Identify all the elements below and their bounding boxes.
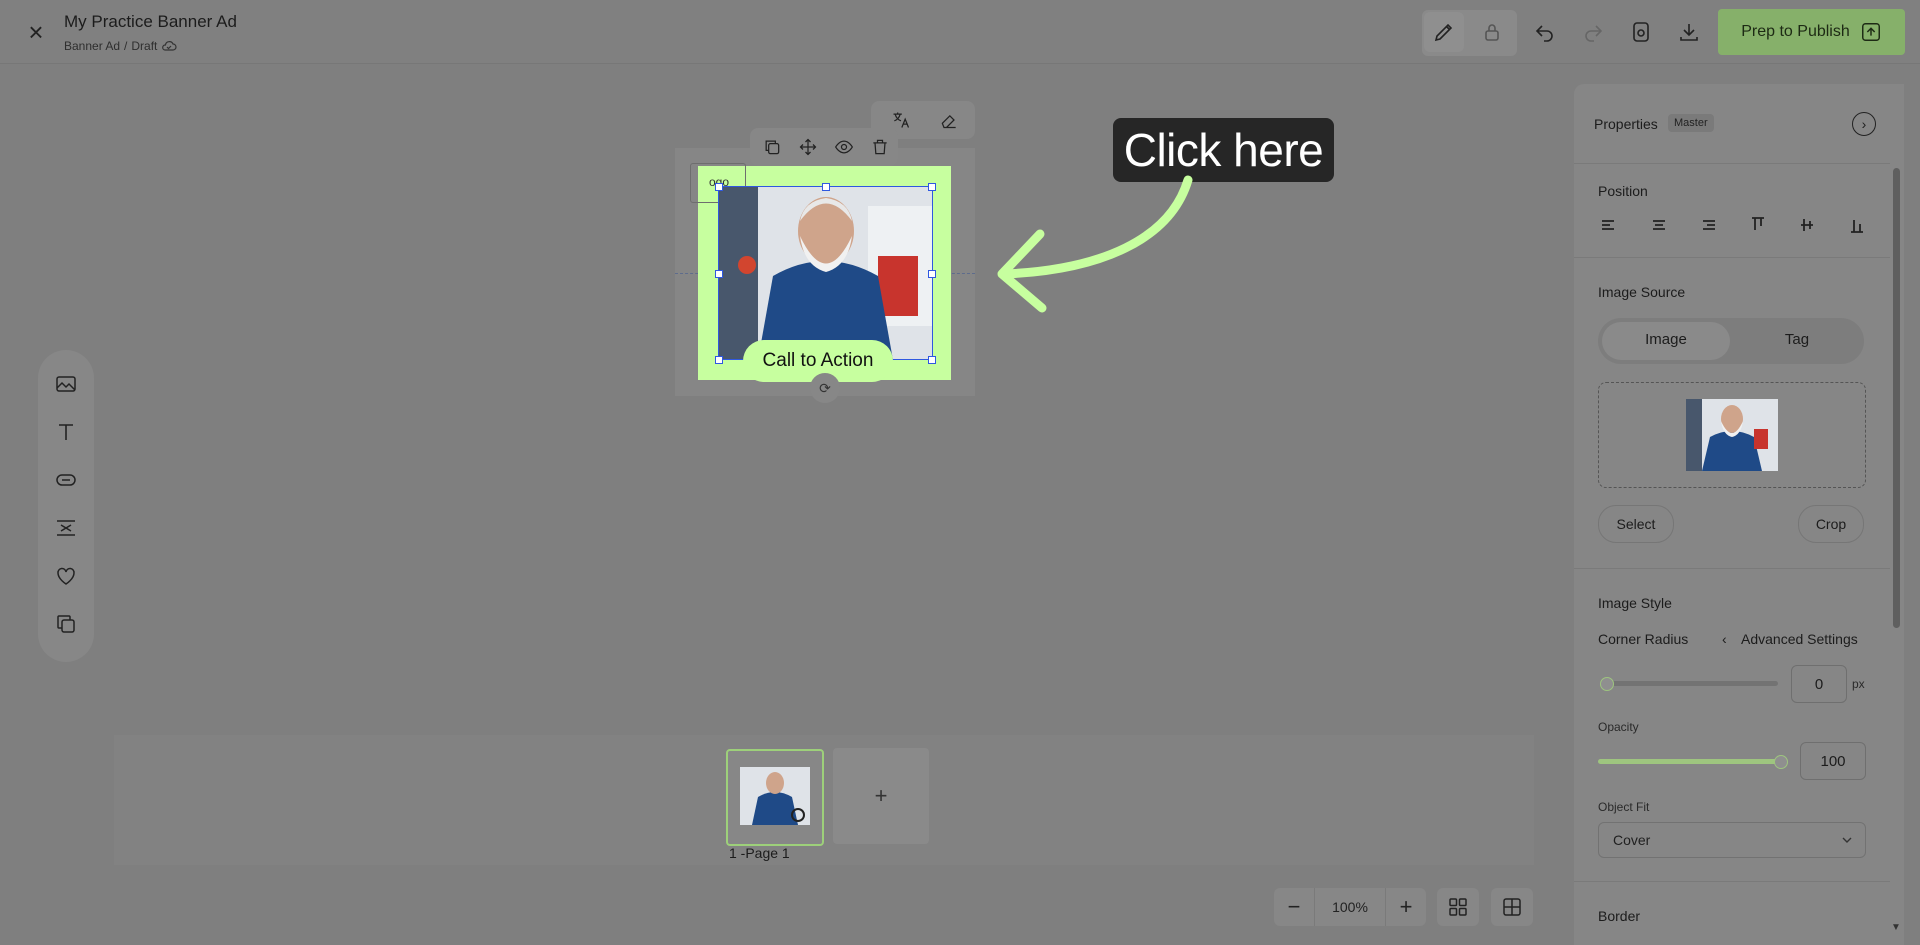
layout-icon[interactable] xyxy=(1491,888,1533,926)
divider xyxy=(1574,257,1890,258)
image-source-title: Image Source xyxy=(1598,284,1686,300)
resize-handle[interactable] xyxy=(715,183,723,191)
page-thumbnail[interactable] xyxy=(726,749,824,846)
translate-icon[interactable] xyxy=(891,110,911,130)
position-title: Position xyxy=(1598,183,1648,199)
advanced-settings-link[interactable]: Advanced Settings xyxy=(1741,631,1858,647)
opacity-slider[interactable] xyxy=(1598,759,1780,764)
align-bottom-icon[interactable] xyxy=(1846,214,1868,236)
resize-handle[interactable] xyxy=(822,183,830,191)
breadcrumb-type[interactable]: Banner Ad xyxy=(64,39,120,53)
breadcrumb: Banner Ad / Draft xyxy=(64,39,177,53)
document-title: My Practice Banner Ad xyxy=(64,12,237,31)
trash-icon[interactable] xyxy=(870,137,890,157)
align-center-icon[interactable] xyxy=(1648,214,1670,236)
breadcrumb-status: Draft xyxy=(131,39,158,53)
move-icon[interactable] xyxy=(798,137,818,157)
align-middle-icon[interactable] xyxy=(1796,214,1818,236)
resize-handle[interactable] xyxy=(715,356,723,364)
properties-title: Properties xyxy=(1594,116,1658,132)
select-image-button[interactable]: Select xyxy=(1598,505,1674,543)
zoom-in-button[interactable]: + xyxy=(1386,888,1426,926)
resize-handle[interactable] xyxy=(928,183,936,191)
align-right-icon[interactable] xyxy=(1697,214,1719,236)
eraser-icon[interactable] xyxy=(939,110,959,130)
crop-button[interactable]: Crop xyxy=(1798,505,1864,543)
close-icon[interactable]: × xyxy=(22,18,50,46)
corner-radius-label: Corner Radius xyxy=(1598,631,1689,647)
divider xyxy=(1574,163,1890,164)
publish-icon xyxy=(1861,23,1880,41)
chevron-down-icon xyxy=(1842,837,1852,843)
selection-box[interactable] xyxy=(718,186,933,360)
spacer-icon[interactable] xyxy=(46,508,86,548)
download-icon[interactable] xyxy=(1669,12,1709,52)
zoom-control: − 100% + xyxy=(1274,888,1426,926)
panel-scrollbar[interactable] xyxy=(1893,168,1900,628)
add-page-button[interactable]: + xyxy=(833,748,929,844)
scroll-down-icon[interactable]: ▼ xyxy=(1891,922,1901,933)
callout-arrow-icon xyxy=(997,175,1193,313)
corner-radius-slider[interactable] xyxy=(1600,681,1778,686)
tab-image[interactable]: Image xyxy=(1602,331,1730,348)
corner-radius-knob[interactable] xyxy=(1600,677,1614,691)
heart-icon[interactable] xyxy=(46,556,86,596)
element-toolbar xyxy=(38,350,94,662)
publish-label: Prep to Publish xyxy=(1741,23,1850,40)
image-preview xyxy=(1686,399,1778,471)
page-label: 1 -Page 1 xyxy=(729,845,790,861)
preview-icon[interactable] xyxy=(1621,12,1661,52)
eye-icon[interactable] xyxy=(834,137,854,157)
chevron-right-icon[interactable]: › xyxy=(1852,112,1876,136)
divider xyxy=(1574,881,1890,882)
align-top-icon[interactable] xyxy=(1747,214,1769,236)
button-icon[interactable] xyxy=(46,460,86,500)
object-fit-value: Cover xyxy=(1613,832,1651,848)
rotate-icon[interactable]: ⟳ xyxy=(810,373,840,403)
opacity-input[interactable]: 100 xyxy=(1800,742,1866,780)
resize-handle[interactable] xyxy=(928,270,936,278)
position-controls xyxy=(1598,214,1868,236)
tab-tag[interactable]: Tag xyxy=(1733,331,1861,348)
image-style-title: Image Style xyxy=(1598,595,1672,611)
corner-radius-input[interactable]: 0 xyxy=(1791,665,1847,703)
align-left-icon[interactable] xyxy=(1598,214,1620,236)
border-title: Border xyxy=(1598,908,1641,924)
zoom-out-button[interactable]: − xyxy=(1274,888,1314,926)
pencil-icon[interactable] xyxy=(1424,12,1464,52)
layers-icon[interactable] xyxy=(46,604,86,644)
chevron-left-icon[interactable]: ‹ xyxy=(1722,631,1727,647)
opacity-label: Opacity xyxy=(1598,720,1639,734)
prep-to-publish-button[interactable]: Prep to Publish xyxy=(1718,9,1905,55)
grid-icon[interactable] xyxy=(1437,888,1479,926)
object-fit-select[interactable]: Cover xyxy=(1598,822,1866,858)
duplicate-icon[interactable] xyxy=(762,137,782,157)
object-fit-label: Object Fit xyxy=(1598,800,1650,814)
cloud-saved-icon xyxy=(162,41,177,51)
lock-icon[interactable] xyxy=(1472,12,1512,52)
opacity-knob[interactable] xyxy=(1774,755,1788,769)
zoom-level[interactable]: 100% xyxy=(1314,888,1386,926)
undo-icon[interactable] xyxy=(1525,12,1565,52)
breadcrumb-separator: / xyxy=(124,39,128,53)
redo-icon[interactable] xyxy=(1573,12,1613,52)
selection-tools-bar xyxy=(750,128,898,166)
divider xyxy=(1574,568,1890,569)
corner-radius-unit: px xyxy=(1852,677,1865,691)
image-icon[interactable] xyxy=(46,364,86,404)
page-thumbnail-preview xyxy=(740,767,810,825)
pages-strip xyxy=(114,735,1534,865)
resize-handle[interactable] xyxy=(928,356,936,364)
master-badge: Master xyxy=(1668,114,1714,132)
text-icon[interactable] xyxy=(46,412,86,452)
resize-handle[interactable] xyxy=(715,270,723,278)
